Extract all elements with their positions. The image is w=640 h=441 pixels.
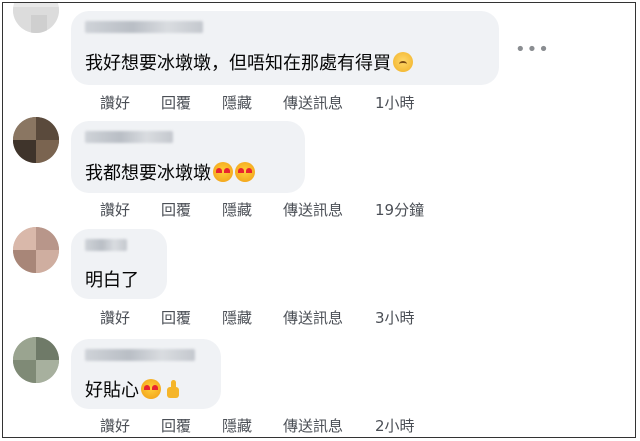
comment-text: 我都想要冰墩墩 (85, 163, 211, 184)
like-link[interactable]: 讚好 (100, 307, 130, 328)
reply-link[interactable]: 回覆 (161, 199, 191, 220)
like-link[interactable]: 讚好 (100, 92, 130, 113)
heart-eyes-icon (235, 162, 255, 182)
avatar[interactable] (13, 337, 59, 383)
hide-link[interactable]: 隱藏 (222, 307, 252, 328)
like-link[interactable]: 讚好 (100, 415, 130, 436)
commenter-name-blurred[interactable] (85, 131, 173, 143)
send-message-link[interactable]: 傳送訊息 (283, 92, 343, 113)
thumbs-up-icon (163, 379, 183, 399)
hide-link[interactable]: 隱藏 (222, 199, 252, 220)
comment-text: 好貼心 (85, 380, 139, 401)
hide-link[interactable]: 隱藏 (222, 92, 252, 113)
send-message-link[interactable]: 傳送訊息 (283, 307, 343, 328)
heart-eyes-icon (141, 379, 161, 399)
heart-eyes-icon (213, 162, 233, 182)
comment-text: 我好想要冰墩墩，但唔知在那處有得買 (85, 53, 391, 74)
sad-face-icon (393, 52, 413, 72)
avatar[interactable] (13, 117, 59, 163)
send-message-link[interactable]: 傳送訊息 (283, 415, 343, 436)
comments-panel: 我好想要冰墩墩，但唔知在那處有得買 ••• 讚好 回覆 隱藏 傳送訊息 1小時 … (2, 2, 636, 438)
timestamp[interactable]: 19分鐘 (375, 199, 424, 220)
comment-bubble: 好貼心 (71, 339, 221, 409)
comment-text: 明白了 (85, 270, 139, 291)
timestamp[interactable]: 2小時 (375, 415, 415, 436)
reply-link[interactable]: 回覆 (161, 307, 191, 328)
like-link[interactable]: 讚好 (100, 199, 130, 220)
comment-bubble: 明白了 (71, 229, 167, 299)
send-message-link[interactable]: 傳送訊息 (283, 199, 343, 220)
commenter-name-blurred[interactable] (85, 349, 195, 361)
reply-link[interactable]: 回覆 (161, 92, 191, 113)
comment-bubble: 我好想要冰墩墩，但唔知在那處有得買 (71, 11, 499, 85)
avatar[interactable] (13, 3, 59, 33)
more-options-icon[interactable]: ••• (515, 39, 550, 60)
timestamp[interactable]: 3小時 (375, 307, 415, 328)
reply-link[interactable]: 回覆 (161, 415, 191, 436)
commenter-name-blurred[interactable] (85, 21, 203, 33)
hide-link[interactable]: 隱藏 (222, 415, 252, 436)
comment-bubble: 我都想要冰墩墩 (71, 121, 305, 193)
avatar[interactable] (13, 227, 59, 273)
timestamp[interactable]: 1小時 (375, 92, 415, 113)
commenter-name-blurred[interactable] (85, 239, 127, 251)
